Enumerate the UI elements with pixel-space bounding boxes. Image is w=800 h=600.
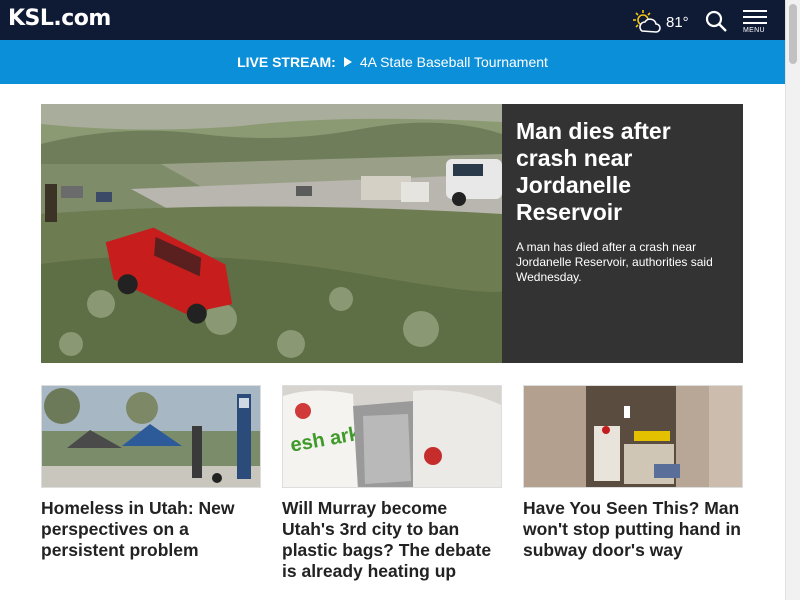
play-icon xyxy=(343,57,352,67)
hero-summary: A man has died after a crash near Jordan… xyxy=(516,240,713,284)
story-headline[interactable]: Have You Seen This? Man won't stop putti… xyxy=(523,498,743,561)
hamburger-icon xyxy=(743,10,769,24)
live-stream-title[interactable]: 4A State Baseball Tournament xyxy=(360,54,548,70)
plastic-bags-image: esh arket xyxy=(283,386,501,487)
scrollbar-thumb[interactable] xyxy=(789,4,797,64)
site-logo[interactable]: KSL.com xyxy=(8,6,111,31)
search-icon xyxy=(705,10,727,32)
story-card[interactable]: Homeless in Utah: New perspectives on a … xyxy=(41,385,261,561)
page-scrollbar[interactable] xyxy=(785,0,800,600)
homeless-camp-image xyxy=(42,386,260,487)
hero-text-panel[interactable]: Man dies after crash near Jordanelle Res… xyxy=(502,104,743,363)
story-image[interactable]: esh arket xyxy=(282,385,502,488)
crash-scene-image xyxy=(41,104,502,363)
partly-cloudy-icon xyxy=(633,10,661,33)
hero-image[interactable] xyxy=(41,104,502,363)
search-button[interactable] xyxy=(704,9,728,33)
menu-button[interactable]: MENU xyxy=(743,10,769,36)
story-headline[interactable]: Homeless in Utah: New perspectives on a … xyxy=(41,498,261,561)
story-image[interactable] xyxy=(41,385,261,488)
story-card[interactable]: Have You Seen This? Man won't stop putti… xyxy=(523,385,743,561)
weather-widget[interactable]: 81° xyxy=(632,9,689,35)
story-card[interactable]: esh arket Will Murray become Utah's 3rd … xyxy=(282,385,502,582)
menu-label: MENU xyxy=(743,27,765,34)
story-headline[interactable]: Will Murray become Utah's 3rd city to ba… xyxy=(282,498,502,582)
live-stream-label: LIVE STREAM: xyxy=(237,54,336,70)
story-image[interactable] xyxy=(523,385,743,488)
live-stream-bar[interactable]: LIVE STREAM: 4A State Baseball Tournamen… xyxy=(0,40,785,84)
hero-headline[interactable]: Man dies after crash near Jordanelle Res… xyxy=(516,118,729,226)
hero-story[interactable]: Man dies after crash near Jordanelle Res… xyxy=(41,104,743,363)
top-navigation-bar: KSL.com 81° MENU xyxy=(0,0,785,40)
weather-temperature: 81° xyxy=(666,13,689,31)
subway-door-image xyxy=(524,386,742,487)
